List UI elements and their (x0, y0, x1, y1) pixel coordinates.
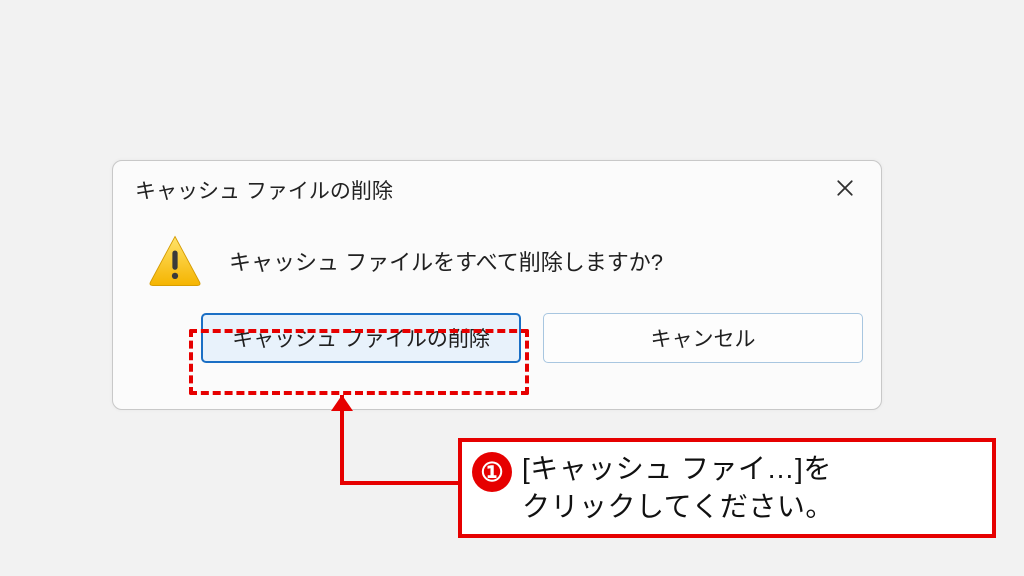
instruction-text: [キャッシュ ファイ…]を クリックしてください。 (522, 450, 834, 526)
cancel-button-label: キャンセル (651, 323, 756, 353)
dialog-body: キャッシュ ファイルをすべて削除しますか? (113, 213, 881, 293)
delete-cache-button-label: キャッシュ ファイルの削除 (232, 323, 490, 353)
dialog-titlebar: キャッシュ ファイルの削除 (113, 161, 881, 213)
dialog-buttons: キャッシュ ファイルの削除 キャンセル (113, 293, 881, 363)
dialog-title: キャッシュ ファイルの削除 (135, 175, 393, 205)
warning-icon (147, 233, 203, 289)
step-number-badge: ① (472, 452, 512, 492)
dialog-message: キャッシュ ファイルをすべて削除しますか? (229, 245, 663, 277)
delete-cache-button[interactable]: キャッシュ ファイルの削除 (201, 313, 521, 363)
confirm-dialog: キャッシュ ファイルの削除 キャッシュ ファイルをすべて削除しますか? (112, 160, 882, 410)
close-icon (836, 179, 854, 202)
cancel-button[interactable]: キャンセル (543, 313, 863, 363)
annotation-arrow-horizontal (340, 481, 468, 485)
close-button[interactable] (831, 176, 859, 204)
instruction-callout: ① [キャッシュ ファイ…]を クリックしてください。 (458, 438, 996, 538)
